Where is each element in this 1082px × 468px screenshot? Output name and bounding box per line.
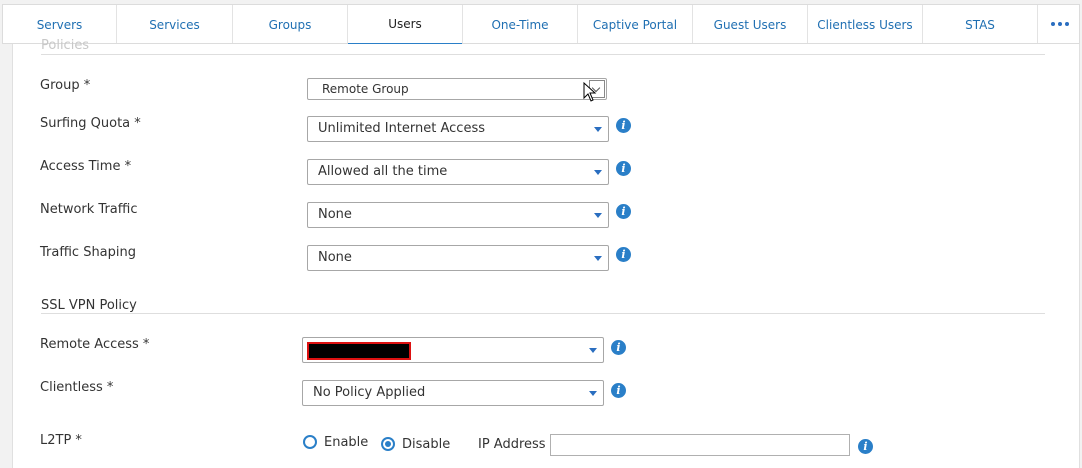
caret-down-icon: [594, 127, 602, 132]
main-panel: Policies Group * Remote Group Surfing Qu…: [12, 38, 1080, 468]
clientless-value: No Policy Applied: [313, 385, 426, 400]
l2tp-enable-radio[interactable]: [303, 435, 317, 449]
traffic-shaping-select[interactable]: None: [307, 245, 609, 271]
info-icon[interactable]: i: [858, 439, 873, 454]
network-traffic-label: Network Traffic: [40, 202, 138, 217]
caret-down-icon: [594, 256, 602, 261]
caret-down-icon: [589, 348, 597, 353]
mouse-cursor-icon: [583, 82, 597, 102]
access-time-label: Access Time *: [40, 159, 132, 174]
tab-stas[interactable]: STAS: [923, 5, 1038, 43]
group-label: Group *: [40, 78, 91, 93]
section-title-ssl-vpn-policy: SSL VPN Policy: [41, 298, 137, 313]
tab-groups[interactable]: Groups: [233, 5, 348, 43]
clientless-select[interactable]: No Policy Applied: [302, 380, 604, 406]
caret-down-icon: [594, 170, 602, 175]
remote-access-label: Remote Access *: [40, 337, 150, 352]
l2tp-disable-radio[interactable]: [381, 437, 395, 451]
traffic-shaping-value: None: [318, 250, 352, 265]
divider: [41, 54, 1045, 55]
divider: [41, 313, 1045, 314]
tab-services[interactable]: Services: [117, 5, 233, 43]
ip-address-label: IP Address: [478, 437, 546, 452]
tab-one-time-password[interactable]: One-Time Password: [463, 5, 578, 72]
l2tp-disable-label: Disable: [402, 437, 451, 452]
tab-users[interactable]: Users: [348, 5, 463, 45]
clientless-label: Clientless *: [40, 380, 114, 395]
access-time-select[interactable]: Allowed all the time: [307, 159, 609, 185]
access-time-value: Allowed all the time: [318, 164, 448, 179]
l2tp-enable-label: Enable: [324, 435, 369, 450]
tab-clientless-users[interactable]: Clientless Users: [808, 5, 923, 43]
network-traffic-select[interactable]: None: [307, 202, 609, 228]
network-traffic-value: None: [318, 207, 352, 222]
info-icon[interactable]: i: [616, 161, 631, 176]
info-icon[interactable]: i: [611, 383, 626, 398]
caret-down-icon: [589, 391, 597, 396]
caret-down-icon: [594, 213, 602, 218]
surfing-quota-select[interactable]: Unlimited Internet Access: [307, 116, 609, 142]
info-icon[interactable]: i: [616, 204, 631, 219]
info-icon[interactable]: i: [611, 340, 626, 355]
remote-access-select[interactable]: [302, 337, 604, 363]
surfing-quota-label: Surfing Quota *: [40, 116, 141, 131]
info-icon[interactable]: i: [616, 118, 631, 133]
section-title-policies: Policies: [41, 38, 90, 53]
tab-guest-users[interactable]: Guest Users: [693, 5, 808, 43]
redacted-value: [307, 342, 411, 360]
tab-bar: Servers Services Groups Users One-Time P…: [2, 4, 1080, 72]
info-icon[interactable]: i: [616, 247, 631, 262]
traffic-shaping-label: Traffic Shaping: [40, 245, 137, 260]
ip-address-input[interactable]: [550, 434, 850, 456]
group-select-value: Remote Group: [322, 82, 409, 96]
tab-captive-portal[interactable]: Captive Portal: [578, 5, 693, 43]
surfing-quota-value: Unlimited Internet Access: [318, 121, 485, 136]
group-select[interactable]: Remote Group: [307, 78, 607, 100]
more-options-icon[interactable]: [1041, 5, 1079, 43]
l2tp-label: L2TP *: [40, 433, 82, 448]
